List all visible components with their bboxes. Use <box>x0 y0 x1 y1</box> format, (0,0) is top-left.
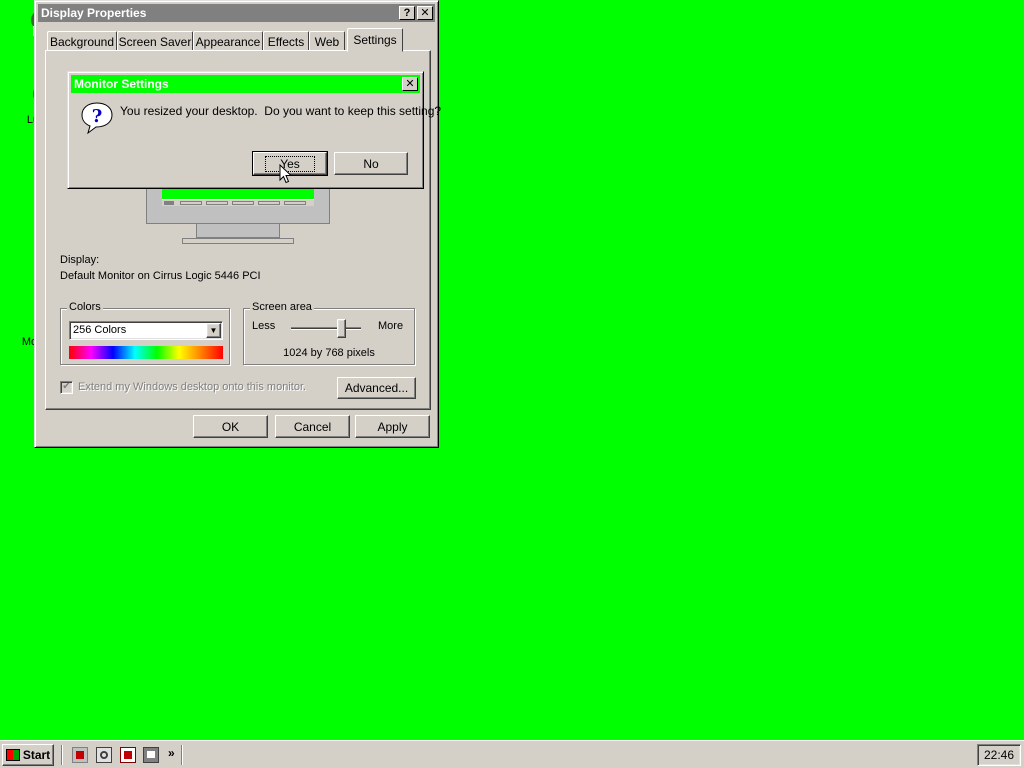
less-label: Less <box>252 320 276 332</box>
advanced-button-label: Advanced... <box>344 381 409 395</box>
window-titlebar[interactable]: Display Properties ? ✕ <box>38 4 435 22</box>
svg-text:?: ? <box>92 106 103 127</box>
windows-logo-icon <box>5 749 20 761</box>
clock[interactable]: 22:46 <box>984 748 1014 762</box>
cancel-button[interactable]: Cancel <box>275 415 350 438</box>
taskbar-divider <box>181 745 183 765</box>
chevron-down-icon: ▼ <box>209 326 218 335</box>
ok-button-label: OK <box>221 419 240 434</box>
channel-icon[interactable] <box>96 747 112 763</box>
tab-label: Screen Saver <box>118 34 192 49</box>
close-icon: ✕ <box>405 77 415 90</box>
tab-label: Effects <box>267 34 305 49</box>
screen-area-group: Screen area Less More 1024 by 768 pixels <box>243 301 415 365</box>
apply-button[interactable]: Apply <box>355 415 430 438</box>
advanced-button[interactable]: Advanced... <box>337 377 416 399</box>
show-desktop-icon[interactable] <box>72 747 88 763</box>
mouse-pointer-icon <box>279 163 293 184</box>
tab-label: Background <box>49 34 115 49</box>
dialog-message: You resized your desktop. Do you want to… <box>120 104 442 118</box>
help-button[interactable]: ? <box>399 6 415 20</box>
tab-effects[interactable]: Effects <box>263 31 309 51</box>
monitor-settings-dialog: Monitor Settings ✕ ? You resized your de… <box>67 71 441 189</box>
tab-label: Settings <box>353 33 397 47</box>
start-button[interactable]: Start <box>2 744 54 766</box>
tab-settings[interactable]: Settings <box>347 28 403 52</box>
no-button-label: No <box>363 156 379 171</box>
no-button[interactable]: No <box>334 152 408 175</box>
display-label: Display: <box>60 254 100 266</box>
help-icon: ? <box>403 6 411 19</box>
colors-dropdown[interactable]: 256 Colors ▼ <box>69 321 223 340</box>
dialog-titlebar[interactable]: Monitor Settings ✕ <box>71 75 420 93</box>
monitor-icon[interactable] <box>143 747 159 763</box>
dialog-title: Monitor Settings <box>74 77 169 91</box>
tab-background[interactable]: Background <box>47 31 117 51</box>
monitor-preview <box>146 188 330 246</box>
screen-area-value: 1024 by 768 pixels <box>283 347 375 359</box>
browser-icon[interactable] <box>120 747 136 763</box>
colors-group: Colors 256 Colors ▼ <box>60 301 230 365</box>
color-spectrum-bar <box>69 346 223 359</box>
window-close-button[interactable]: ✕ <box>417 6 433 20</box>
screen-area-group-label: Screen area <box>250 301 314 313</box>
tab-label: Appearance <box>195 34 261 49</box>
extend-desktop-label: Extend my Windows desktop onto this moni… <box>78 381 307 393</box>
question-icon: ? <box>80 101 114 135</box>
tab-web[interactable]: Web <box>309 31 345 51</box>
start-label: Start <box>22 748 51 762</box>
tab-appearance[interactable]: Appearance <box>193 31 263 51</box>
more-label: More <box>378 320 404 332</box>
cancel-button-label: Cancel <box>293 419 332 434</box>
tab-screen-saver[interactable]: Screen Saver <box>117 31 193 51</box>
ok-button[interactable]: OK <box>193 415 268 438</box>
taskbar-divider <box>61 745 63 765</box>
colors-selected: 256 Colors <box>73 324 127 336</box>
taskbar: Start » 22:46 <box>0 740 1024 768</box>
checkbox-box: ✔ <box>60 380 73 394</box>
system-tray: 22:46 <box>977 744 1021 766</box>
extend-desktop-checkbox[interactable]: ✔ Extend my Windows desktop onto this mo… <box>60 380 306 394</box>
dropdown-arrow-button[interactable]: ▼ <box>206 323 221 338</box>
display-properties-window: Display Properties ? ✕ Background Screen… <box>34 0 439 448</box>
checkmark-icon: ✔ <box>62 381 71 392</box>
screen-area-slider-thumb[interactable] <box>336 319 346 338</box>
window-title: Display Properties <box>41 6 147 20</box>
display-value: Default Monitor on Cirrus Logic 5446 PCI <box>60 270 261 282</box>
quicklaunch-more-icon[interactable]: » <box>168 746 175 760</box>
dialog-close-button[interactable]: ✕ <box>402 77 418 91</box>
close-icon: ✕ <box>420 6 430 19</box>
colors-group-label: Colors <box>67 301 103 313</box>
screen-area-slider-track <box>291 327 361 330</box>
apply-button-label: Apply <box>377 419 408 434</box>
tab-label: Web <box>314 34 340 49</box>
